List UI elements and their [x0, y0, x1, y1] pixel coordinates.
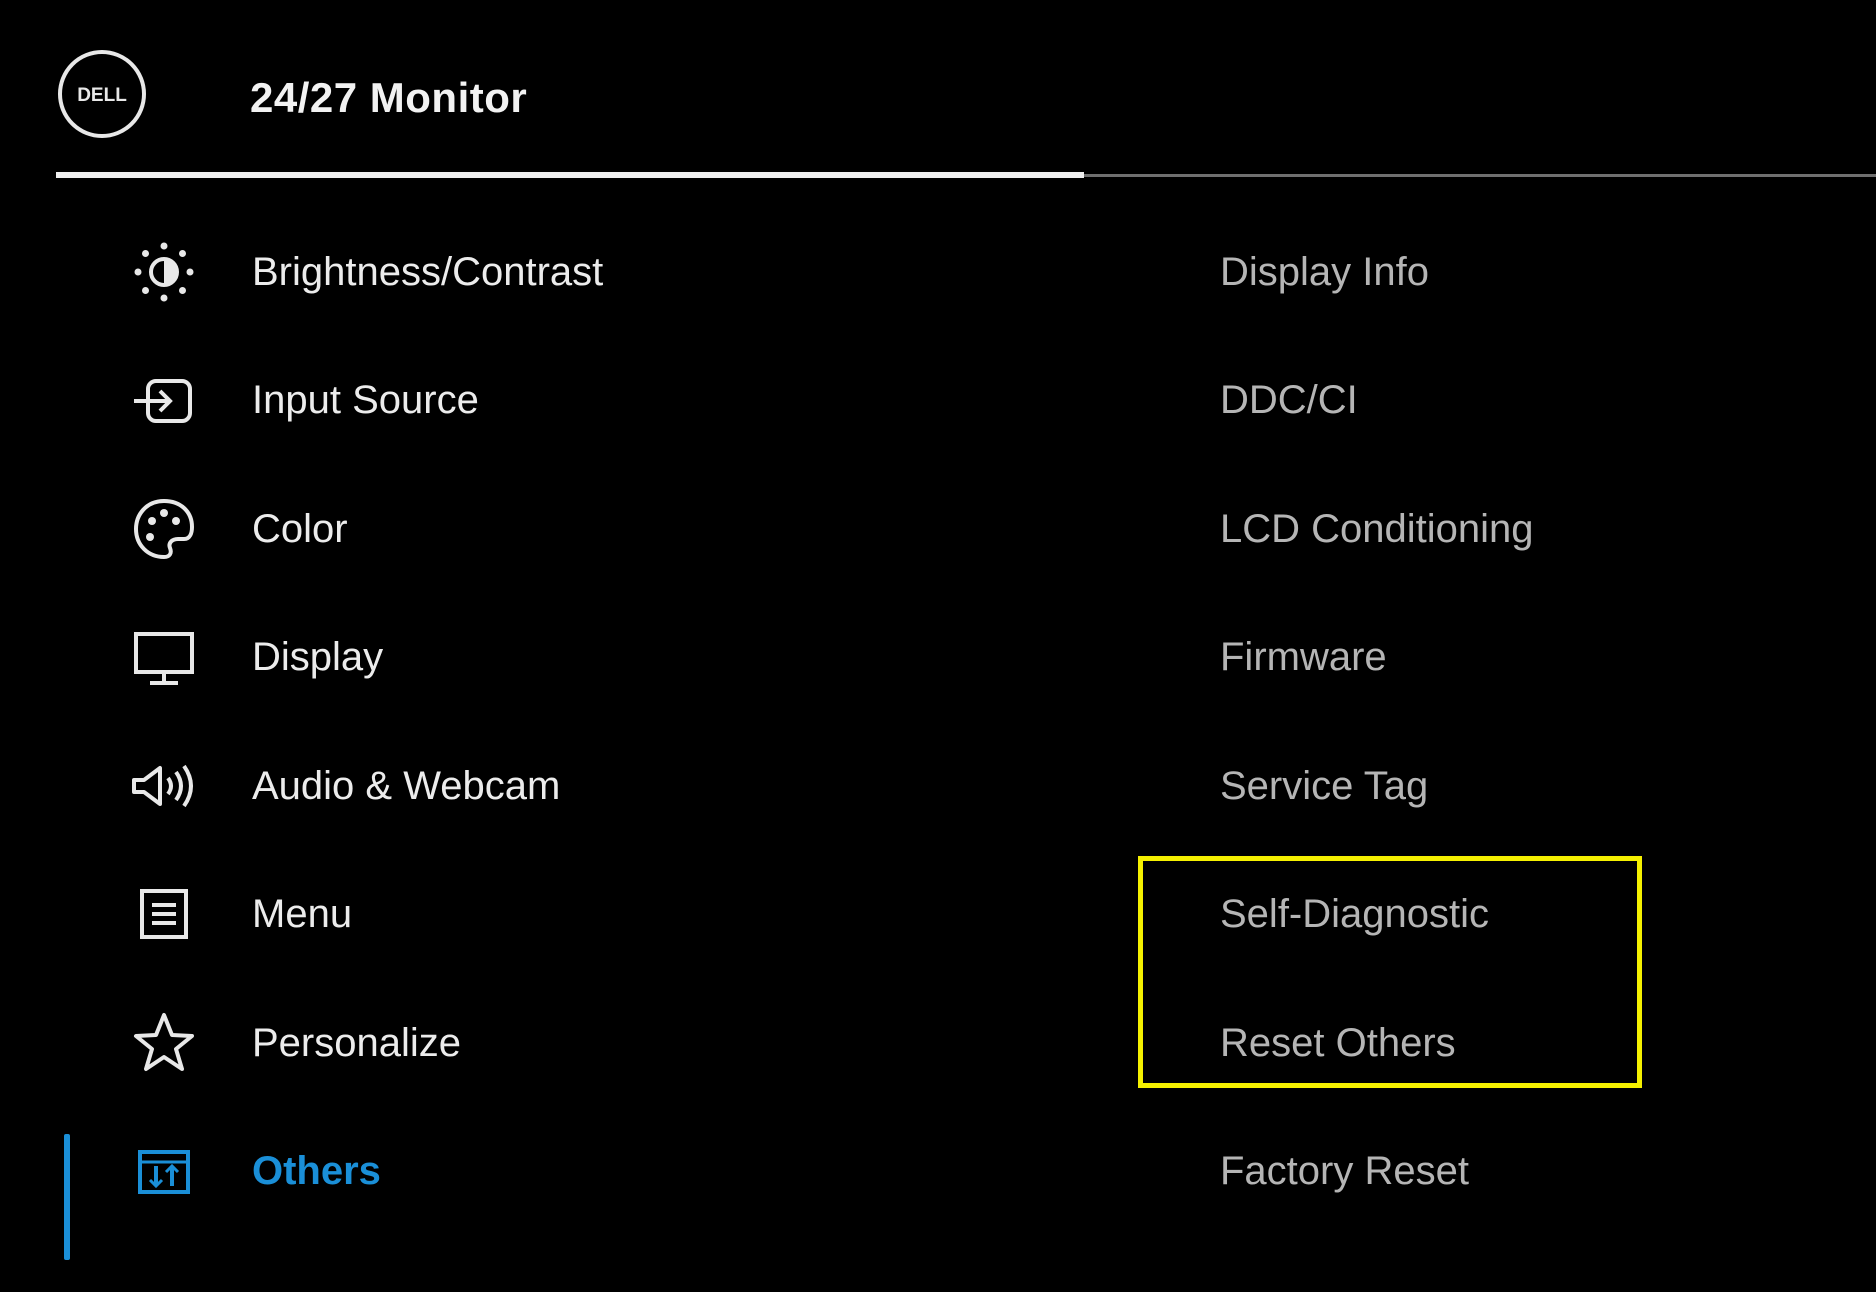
brightness-icon	[128, 236, 200, 308]
menu-item-display[interactable]: Display	[56, 594, 1056, 723]
menu-item-label: Color	[252, 506, 348, 551]
submenu-item-ddc-ci[interactable]: DDC/CI	[1220, 337, 1820, 466]
speaker-icon	[128, 750, 200, 822]
submenu-item-firmware[interactable]: Firmware	[1220, 594, 1820, 723]
monitor-icon	[128, 622, 200, 694]
star-icon	[128, 1007, 200, 1079]
active-indicator	[64, 1133, 70, 1260]
menu-item-label: Menu	[252, 892, 353, 937]
menu-item-personalize[interactable]: Personalize	[56, 979, 1056, 1108]
submenu-item-service-tag[interactable]: Service Tag	[1220, 722, 1820, 851]
menu-item-label: Input Source	[252, 378, 479, 423]
header-line-active	[56, 172, 1084, 178]
menu-item-menu[interactable]: Menu	[56, 851, 1056, 980]
monitor-osd: DELL 24/27 Monitor Brightness/Contrast I…	[0, 0, 1876, 1292]
submenu-item-display-info[interactable]: Display Info	[1220, 208, 1820, 337]
menu-item-others[interactable]: Others	[56, 1108, 1056, 1260]
input-source-icon	[128, 365, 200, 437]
menu-item-label: Brightness/Contrast	[252, 249, 604, 294]
menu-item-label: Audio & Webcam	[252, 763, 561, 808]
menu-list-icon	[128, 879, 200, 951]
palette-icon	[128, 493, 200, 565]
menu-item-color[interactable]: Color	[56, 465, 1056, 594]
others-icon	[128, 1136, 200, 1208]
header-line-inactive	[1084, 174, 1876, 177]
menu-item-brightness-contrast[interactable]: Brightness/Contrast	[56, 208, 1056, 337]
main-menu: Brightness/Contrast Input Source Color D…	[56, 208, 1056, 1260]
header-divider	[56, 0, 1876, 178]
menu-item-label: Others	[252, 1149, 381, 1194]
menu-item-label: Display	[252, 635, 384, 680]
highlight-annotation-box	[1138, 856, 1642, 1088]
menu-item-audio-webcam[interactable]: Audio & Webcam	[56, 722, 1056, 851]
submenu-item-lcd-conditioning[interactable]: LCD Conditioning	[1220, 465, 1820, 594]
menu-item-label: Personalize	[252, 1020, 462, 1065]
menu-item-input-source[interactable]: Input Source	[56, 337, 1056, 466]
submenu-item-factory-reset[interactable]: Factory Reset	[1220, 1108, 1820, 1237]
